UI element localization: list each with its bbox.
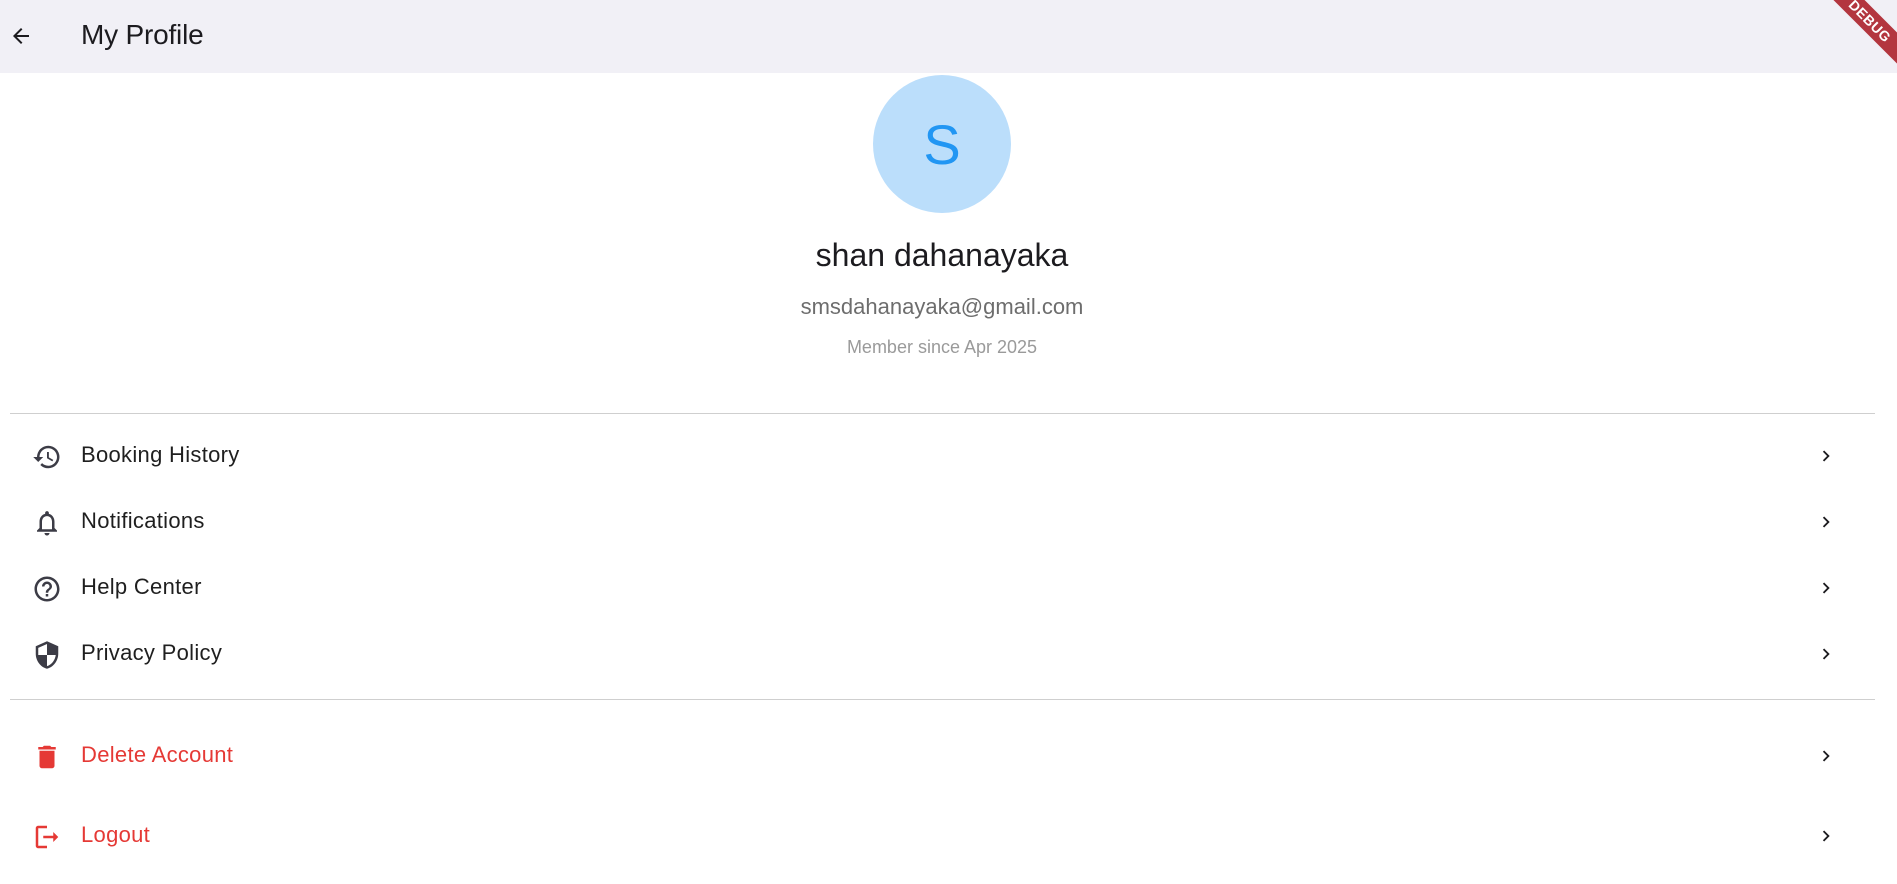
profile-email: smsdahanayaka@gmail.com	[800, 294, 1084, 319]
divider	[10, 699, 1875, 700]
bell-icon	[31, 507, 63, 539]
menu-item-delete-account[interactable]: Delete Account	[0, 725, 1884, 785]
menu-item-logout[interactable]: Logout	[0, 805, 1884, 865]
arrow-back-icon	[13, 28, 29, 44]
menu-item-help-center[interactable]: Help Center	[0, 557, 1884, 617]
menu-item-label: Booking History	[81, 442, 240, 467]
help-circle-icon	[31, 573, 63, 605]
menu-item-label: Notifications	[81, 508, 205, 533]
history-icon	[31, 441, 63, 473]
profile-name: shan dahanayaka	[815, 237, 1069, 273]
avatar-initial: S	[923, 112, 961, 176]
menu-item-notifications[interactable]: Notifications	[0, 491, 1884, 551]
chevron-right-icon	[1815, 575, 1837, 601]
trash-icon	[31, 741, 63, 773]
divider	[10, 413, 1875, 414]
app-bar: My Profile DEBUG	[0, 0, 1897, 73]
chevron-right-icon	[1815, 641, 1837, 667]
chevron-right-icon	[1815, 823, 1837, 849]
profile-content: S shan dahanayaka smsdahanayaka@gmail.co…	[0, 73, 1897, 884]
member-since: Member since Apr 2025	[846, 337, 1038, 357]
menu-item-privacy-policy[interactable]: Privacy Policy	[0, 623, 1884, 683]
chevron-right-icon	[1815, 743, 1837, 769]
debug-banner: DEBUG	[1823, 0, 1897, 68]
shield-icon	[31, 639, 63, 671]
menu-item-label: Delete Account	[81, 742, 234, 767]
logout-icon	[31, 821, 63, 853]
back-button[interactable]	[8, 18, 34, 54]
menu-item-booking-history[interactable]: Booking History	[0, 425, 1884, 485]
menu-item-label: Logout	[81, 822, 151, 847]
menu-item-label: Help Center	[81, 574, 202, 599]
menu-item-label: Privacy Policy	[81, 640, 223, 665]
chevron-right-icon	[1815, 509, 1837, 535]
page-title: My Profile	[81, 19, 204, 50]
chevron-right-icon	[1815, 443, 1837, 469]
avatar: S	[873, 75, 1011, 213]
